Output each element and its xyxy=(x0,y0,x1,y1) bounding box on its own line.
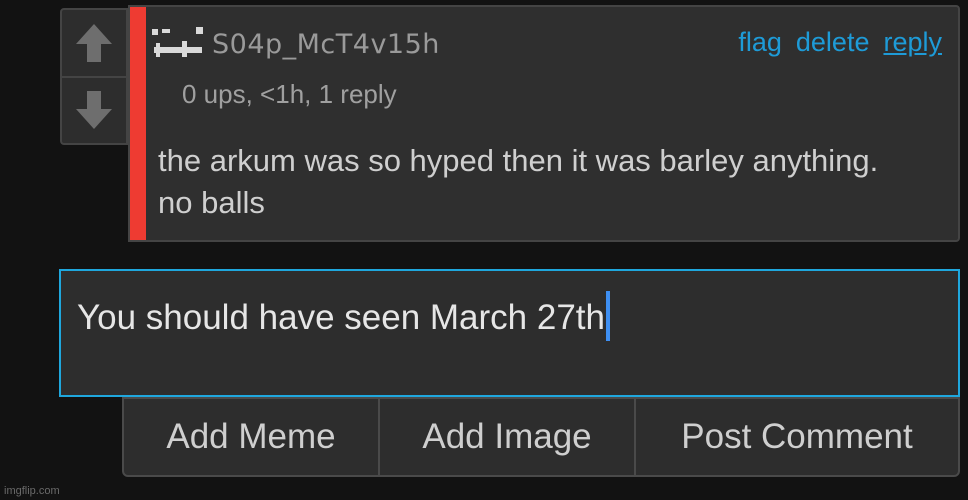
reply-button-row: Add Meme Add Image Post Comment xyxy=(122,397,960,477)
arrow-up-icon xyxy=(76,24,112,62)
flag-link[interactable]: flag xyxy=(738,27,782,58)
avatar[interactable] xyxy=(152,25,206,59)
site-watermark: imgflip.com xyxy=(4,485,60,497)
comment-body: the arkum was so hyped then it was barle… xyxy=(158,143,879,220)
post-comment-button[interactable]: Post Comment xyxy=(634,399,958,475)
comment-username[interactable]: S04p_McT4v15h xyxy=(212,29,440,60)
vote-column xyxy=(60,8,128,145)
add-meme-button[interactable]: Add Meme xyxy=(124,399,378,475)
comment-actions: flag delete reply xyxy=(738,27,942,58)
upvote-button[interactable] xyxy=(62,10,126,78)
comment-card: S04p_McT4v15h flag delete reply 0 ups, <… xyxy=(128,5,960,242)
reply-textarea[interactable]: You should have seen March 27th xyxy=(59,269,960,397)
reply-text-content: You should have seen March 27th xyxy=(77,298,605,337)
arrow-down-icon xyxy=(76,91,112,129)
reply-link[interactable]: reply xyxy=(883,27,942,58)
text-cursor xyxy=(605,291,610,341)
delete-link[interactable]: delete xyxy=(796,27,870,58)
add-image-button[interactable]: Add Image xyxy=(378,399,634,475)
comment-meta: 0 ups, <1h, 1 reply xyxy=(182,79,397,109)
op-indicator-bar xyxy=(130,7,146,240)
reply-text-value: You should have seen March 27th xyxy=(77,291,610,341)
downvote-button[interactable] xyxy=(62,77,126,143)
